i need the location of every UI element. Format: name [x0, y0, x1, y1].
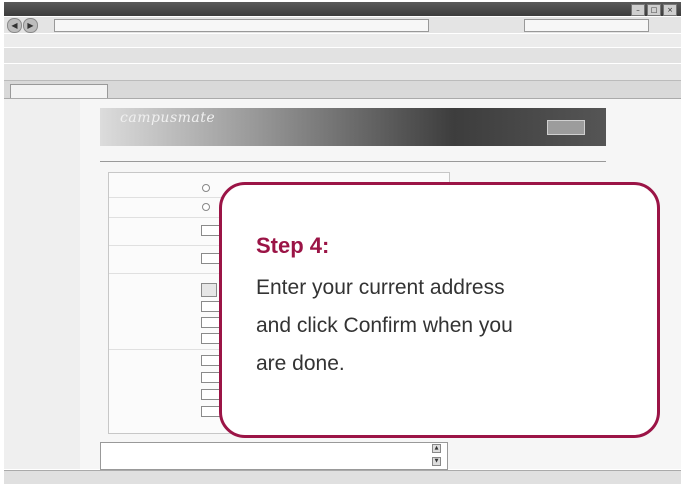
status-bar — [4, 470, 681, 484]
site-header-banner: campusmate — [100, 108, 606, 146]
heading-rule — [100, 161, 606, 162]
notes-textarea[interactable] — [100, 442, 448, 470]
menu-bar — [4, 34, 681, 47]
instruction-line: are done. — [256, 352, 345, 375]
close-button[interactable]: × — [663, 4, 677, 16]
address-row: ◀ ▶ — [4, 17, 681, 33]
window-title-bar: – □ × — [4, 2, 681, 16]
site-logo: campusmate — [120, 110, 216, 126]
header-button[interactable] — [547, 120, 585, 135]
address-bar[interactable] — [54, 19, 429, 32]
scroll-up-icon[interactable]: ▲ — [432, 444, 441, 453]
tab-row — [4, 81, 681, 99]
instruction-line: and click Confirm when you — [256, 314, 513, 337]
minimize-button[interactable]: – — [631, 4, 645, 16]
lookup-button[interactable] — [201, 283, 217, 297]
back-arrow-icon[interactable]: ◀ — [7, 18, 22, 33]
favorites-bar — [4, 64, 681, 81]
window-controls: – □ × — [631, 4, 677, 16]
instruction-line: Enter your current address — [256, 276, 505, 299]
radio-option[interactable] — [202, 184, 210, 192]
instruction-callout: Step 4: Enter your current address and c… — [219, 182, 660, 438]
browser-window: – □ × ◀ ▶ campusmate ▲ ▼ Step 4: Enter y… — [0, 0, 685, 485]
search-input[interactable] — [524, 19, 649, 32]
scroll-down-icon[interactable]: ▼ — [432, 457, 441, 466]
page-left-margin — [4, 99, 80, 469]
forward-arrow-icon[interactable]: ▶ — [23, 18, 38, 33]
browser-tab[interactable] — [10, 84, 108, 98]
instruction-text: Enter your current address and click Con… — [256, 269, 646, 383]
command-toolbar — [4, 48, 681, 63]
step-label: Step 4: — [256, 233, 330, 258]
maximize-button[interactable]: □ — [647, 4, 661, 16]
radio-option[interactable] — [202, 203, 210, 211]
